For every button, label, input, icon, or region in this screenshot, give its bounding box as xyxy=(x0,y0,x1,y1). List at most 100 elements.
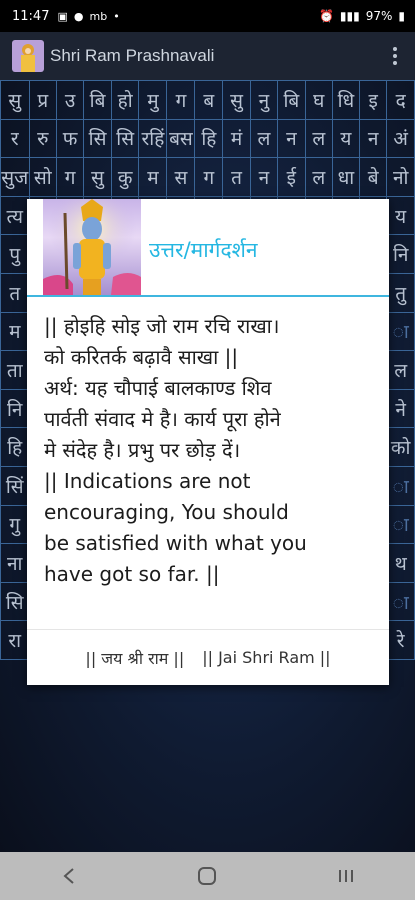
grid-cell[interactable]: ा xyxy=(386,581,415,622)
grid-cell[interactable]: पु xyxy=(0,234,30,274)
chat-icon: ● xyxy=(73,9,84,23)
dialog-footer: || जय श्री राम || || Jai Shri Ram || xyxy=(27,629,389,685)
grid-cell[interactable]: ता xyxy=(0,350,30,390)
grid-cell[interactable]: हो xyxy=(110,80,140,120)
grid-cell[interactable]: नो xyxy=(386,157,415,197)
grid-cell[interactable]: अं xyxy=(386,118,415,159)
battery-label: 97% xyxy=(365,9,393,23)
grid-cell[interactable]: य xyxy=(331,118,361,159)
grid-cell[interactable]: ल xyxy=(304,157,333,197)
grid-cell[interactable]: ल xyxy=(249,118,279,159)
grid-cell[interactable]: मु xyxy=(138,80,168,120)
grid-cell[interactable]: मं xyxy=(222,118,251,159)
jai-shri-ram-english-button[interactable]: || Jai Shri Ram || xyxy=(202,648,330,667)
overflow-menu-icon[interactable] xyxy=(387,47,403,65)
grid-cell[interactable]: सो xyxy=(28,157,58,197)
ram-image xyxy=(43,199,141,295)
status-time: 11:47 xyxy=(12,8,50,24)
answer-line: have got so far. || xyxy=(44,562,220,586)
app-title: Shri Ram Prashnavali xyxy=(50,46,215,65)
grid-cell[interactable]: ग xyxy=(194,157,224,197)
answer-line: || Indications are not xyxy=(44,469,251,493)
grid-cell[interactable]: सु xyxy=(222,80,251,120)
grid-row: सु प्र उ बि हो मु ग ब सु नु बि घ धि इ द xyxy=(0,80,415,120)
app-bar: Shri Ram Prashnavali xyxy=(0,32,415,80)
grid-cell[interactable]: रहिं xyxy=(138,118,168,159)
battery-icon: ▮ xyxy=(398,9,405,23)
grid-cell[interactable]: नि xyxy=(0,388,30,429)
grid-cell[interactable]: ई xyxy=(277,157,306,197)
grid-cell[interactable]: सि xyxy=(110,118,140,159)
recents-button[interactable] xyxy=(316,856,376,896)
grid-cell[interactable]: रु xyxy=(28,118,58,159)
grid-cell[interactable]: ग xyxy=(166,80,196,120)
grid-cell[interactable]: सुज xyxy=(0,157,30,197)
app-logo xyxy=(12,40,44,72)
grid-cell[interactable]: बि xyxy=(83,80,112,120)
grid-cell[interactable]: को xyxy=(386,427,415,467)
grid-cell[interactable]: ग xyxy=(56,157,85,197)
grid-cell[interactable]: न xyxy=(359,118,388,159)
grid-cell[interactable]: ब xyxy=(194,80,224,120)
grid-cell[interactable]: द xyxy=(386,80,415,120)
grid-cell[interactable]: म xyxy=(138,157,168,197)
grid-cell[interactable]: थ xyxy=(386,543,415,583)
grid-cell[interactable]: ा xyxy=(386,311,415,352)
grid-cell[interactable]: धा xyxy=(331,157,361,197)
answer-line: अर्थ: यह चौपाई बालकाण्ड शिव xyxy=(44,376,272,400)
recents-icon xyxy=(338,870,353,882)
grid-cell[interactable]: ा xyxy=(386,504,415,545)
grid-cell[interactable]: ल xyxy=(386,350,415,390)
grid-cell[interactable]: नि xyxy=(386,234,415,274)
grid-cell[interactable]: हि xyxy=(0,427,30,467)
grid-cell[interactable]: ल xyxy=(304,118,333,159)
grid-cell[interactable]: नु xyxy=(249,80,279,120)
grid-cell[interactable]: सि xyxy=(0,581,30,622)
signal-icon: ▮▮▮ xyxy=(339,9,360,23)
grid-cell[interactable]: बे xyxy=(359,157,388,197)
grid-cell[interactable]: ने xyxy=(386,388,415,429)
grid-cell[interactable]: रे xyxy=(386,620,415,660)
grid-cell[interactable]: म xyxy=(0,311,30,352)
grid-row: र रु फ सि सि रहिं बस हि मं ल न ल य न अं xyxy=(0,118,415,159)
back-button[interactable] xyxy=(39,856,99,896)
grid-cell[interactable]: न xyxy=(249,157,279,197)
dialog-body: || होइहि सोइ जो राम रचि राखा। को करितर्क… xyxy=(27,297,389,590)
grid-cell[interactable]: उ xyxy=(56,80,85,120)
grid-cell[interactable]: सिं xyxy=(0,465,30,506)
grid-cell[interactable]: ना xyxy=(0,543,30,583)
image-icon: ▣ xyxy=(57,9,68,23)
grid-cell[interactable]: घ xyxy=(304,80,333,120)
grid-cell[interactable]: तु xyxy=(386,272,415,313)
dot-icon: • xyxy=(113,9,120,23)
grid-cell[interactable]: त्य xyxy=(0,195,30,236)
answer-dialog: उत्तर/मार्गदर्शन || होइहि सोइ जो राम रचि… xyxy=(27,199,389,685)
grid-cell[interactable]: र xyxy=(0,118,30,159)
grid-cell[interactable]: सु xyxy=(0,80,30,120)
answer-line: || होइहि सोइ जो राम रचि राखा। xyxy=(44,314,280,338)
grid-cell[interactable]: रा xyxy=(0,620,30,660)
grid-cell[interactable]: ा xyxy=(386,465,415,506)
answer-line: encouraging, You should xyxy=(44,500,289,524)
grid-cell[interactable]: हि xyxy=(194,118,224,159)
grid-cell[interactable]: प्र xyxy=(28,80,58,120)
grid-cell[interactable]: गु xyxy=(0,504,30,545)
home-button[interactable] xyxy=(177,856,237,896)
grid-cell[interactable]: न xyxy=(277,118,306,159)
alarm-icon: ⏰ xyxy=(318,9,334,23)
grid-cell[interactable]: इ xyxy=(359,80,388,120)
grid-cell[interactable]: बस xyxy=(166,118,196,159)
jai-shri-ram-hindi-button[interactable]: || जय श्री राम || xyxy=(85,647,184,669)
grid-cell[interactable]: स xyxy=(166,157,196,197)
grid-cell[interactable]: य xyxy=(386,195,415,236)
grid-cell[interactable]: बि xyxy=(277,80,306,120)
grid-cell[interactable]: सु xyxy=(83,157,112,197)
dialog-header: उत्तर/मार्गदर्शन xyxy=(27,199,389,295)
grid-cell[interactable]: त xyxy=(0,272,30,313)
grid-cell[interactable]: धि xyxy=(331,80,361,120)
grid-cell[interactable]: कु xyxy=(110,157,140,197)
grid-cell[interactable]: सि xyxy=(83,118,112,159)
grid-cell[interactable]: त xyxy=(222,157,251,197)
grid-cell[interactable]: फ xyxy=(56,118,85,159)
status-bar: 11:47 ▣ ● mb • ⏰ ▮▮▮ 97% ▮ xyxy=(0,0,415,32)
